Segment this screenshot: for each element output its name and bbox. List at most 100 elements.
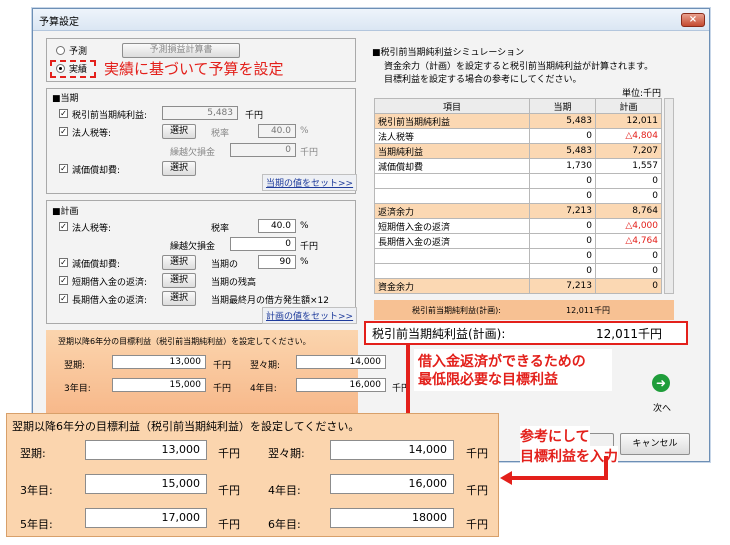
sim-cell-cur: 1,730	[529, 158, 596, 174]
target-field-6[interactable]: 18000	[330, 508, 454, 528]
sim-cell-cur: 0	[529, 188, 596, 204]
short-loan-note: 当期の残高	[211, 278, 257, 288]
title-bar: 予算設定 ×	[33, 9, 709, 31]
target-field-5[interactable]: 17,000	[85, 508, 207, 528]
target-small-label-4: 4年目:	[250, 384, 277, 394]
sim-cell-item: 返済余力	[374, 203, 530, 219]
target-field-3[interactable]: 15,000	[85, 474, 207, 494]
close-icon[interactable]: ×	[681, 13, 705, 27]
sim-cell-cur: 7,213	[529, 278, 596, 294]
target-field-2[interactable]: 14,000	[330, 440, 454, 460]
target-unit-3: 千円	[218, 484, 240, 497]
sim-result-small-label: 税引前当期純利益(計画):	[412, 306, 501, 315]
short-loan-select-button[interactable]: 選択	[162, 273, 196, 288]
sim-row: 法人税等 0 △4,804	[374, 128, 662, 144]
long-loan-select-button[interactable]: 選択	[162, 291, 196, 306]
simulation-table: 項目 当期 計画 税引前当期純利益 5,483 12,011 法人税等 0 △4,804 当…	[374, 98, 662, 294]
current-tax-select-button[interactable]: 選択	[162, 124, 196, 139]
target-small-field-1[interactable]: 13,000	[112, 355, 206, 369]
sim-row: 資金余力 7,213 0	[374, 278, 662, 294]
current-tax-label: 法人税等:	[72, 129, 112, 139]
pretax-checkbox[interactable]: ✓	[59, 109, 68, 118]
forecast-radio[interactable]	[56, 46, 65, 55]
plan-tax-checkbox[interactable]: ✓	[59, 222, 68, 231]
current-dep-checkbox[interactable]: ✓	[59, 164, 68, 173]
sim-row: 短期借入金の返済 0 △4,000	[374, 218, 662, 234]
callout-arrow-vertical	[604, 456, 608, 480]
sim-scrollbar[interactable]	[664, 98, 674, 294]
sim-row: 00	[374, 263, 662, 279]
sim-cell-item: 資金余力	[374, 278, 530, 294]
sim-row: 00	[374, 188, 662, 204]
next-arrow-icon[interactable]: ➜	[652, 374, 670, 392]
sim-cell-plan: 8,764	[595, 203, 662, 219]
plan-rate-field[interactable]: 40.0	[258, 219, 296, 233]
sim-row: 00	[374, 248, 662, 264]
plan-carry-unit: 千円	[300, 242, 319, 252]
target-small-unit-3: 千円	[213, 384, 232, 394]
sim-cell-plan: △4,000	[595, 218, 662, 234]
plan-dep-select-button[interactable]: 選択	[162, 255, 196, 270]
current-rate-unit: %	[300, 126, 309, 136]
sim-result-small-value: 12,011千円	[566, 306, 610, 315]
sim-header-row: 項目 当期 計画	[374, 98, 662, 114]
plan-dep-ratio-field[interactable]: 90	[258, 255, 296, 269]
sim-cell-item: 税引前当期純利益	[374, 113, 530, 129]
target-unit-6: 千円	[466, 518, 488, 531]
current-dep-select-button[interactable]: 選択	[162, 161, 196, 176]
sim-row: 00	[374, 173, 662, 189]
sim-cell-cur: 0	[529, 173, 596, 189]
sim-cell-item	[374, 188, 530, 204]
target-unit-1: 千円	[218, 447, 240, 460]
forecast-label: 予測	[69, 47, 88, 57]
current-carry-label: 繰越欠損金	[170, 148, 216, 158]
actual-radio[interactable]	[56, 64, 65, 73]
plan-carry-field[interactable]: 0	[230, 237, 296, 251]
sim-desc-1: 資金余力（計画）を設定すると税引前当期純利益が計算されます。	[384, 62, 654, 72]
set-plan-link[interactable]: 計画の値をセット>>	[262, 307, 358, 324]
forecast-pl-button[interactable]: 予測損益計算書	[122, 43, 240, 58]
sim-title: ■税引前当期純利益シミュレーション	[372, 48, 525, 58]
plan-dep-ratio-label: 当期の	[211, 260, 239, 270]
long-loan-checkbox[interactable]: ✓	[59, 294, 68, 303]
pretax-label: 税引前当期純利益:	[72, 111, 148, 121]
target-small-field-4[interactable]: 16,000	[296, 378, 386, 392]
target-label-3: 3年目:	[20, 484, 53, 497]
sim-header-item: 項目	[374, 98, 530, 114]
long-loan-label: 長期借入金の返済:	[72, 296, 148, 306]
sim-cell-cur: 0	[529, 233, 596, 249]
short-loan-checkbox[interactable]: ✓	[59, 276, 68, 285]
current-tax-checkbox[interactable]: ✓	[59, 127, 68, 136]
current-carry-unit: 千円	[300, 148, 319, 158]
callout-min-target-1: 借入金返済ができるための	[418, 354, 586, 370]
sim-cell-cur: 5,483	[529, 143, 596, 159]
plan-dep-checkbox[interactable]: ✓	[59, 258, 68, 267]
sim-row: 減価償却費 1,730 1,557	[374, 158, 662, 174]
next-label[interactable]: 次へ	[653, 401, 671, 414]
pretax-unit: 千円	[245, 111, 264, 121]
target-small-label-3: 3年目:	[64, 384, 91, 394]
sim-cell-item: 当期純利益	[374, 143, 530, 159]
set-current-link[interactable]: 当期の値をセット>>	[262, 174, 358, 191]
cancel-button[interactable]: キャンセル	[620, 433, 690, 455]
sim-cell-item	[374, 263, 530, 279]
target-small-field-2[interactable]: 14,000	[296, 355, 386, 369]
sim-cell-plan: 0	[595, 278, 662, 294]
target-small-label-1: 翌期:	[64, 361, 86, 371]
target-field-1[interactable]: 13,000	[85, 440, 207, 460]
current-carry-field[interactable]: 0	[230, 143, 296, 157]
current-rate-field[interactable]: 40.0	[258, 124, 296, 138]
sim-result-value: 12,011千円	[596, 327, 662, 341]
sim-cell-cur: 0	[529, 248, 596, 264]
plan-rate-unit: %	[300, 221, 309, 231]
target-field-4[interactable]: 16,000	[330, 474, 454, 494]
pretax-value: 5,483	[162, 106, 238, 120]
current-period-title: ■当期	[52, 94, 79, 104]
sim-cell-item: 短期借入金の返済	[374, 218, 530, 234]
sim-cell-plan: 0	[595, 188, 662, 204]
sim-cell-plan: 0	[595, 263, 662, 279]
long-loan-note: 当期最終月の借方発生額×12	[211, 296, 329, 306]
target-small-field-3[interactable]: 15,000	[112, 378, 206, 392]
sim-cell-plan: 1,557	[595, 158, 662, 174]
callout-arrow-head	[500, 471, 512, 485]
